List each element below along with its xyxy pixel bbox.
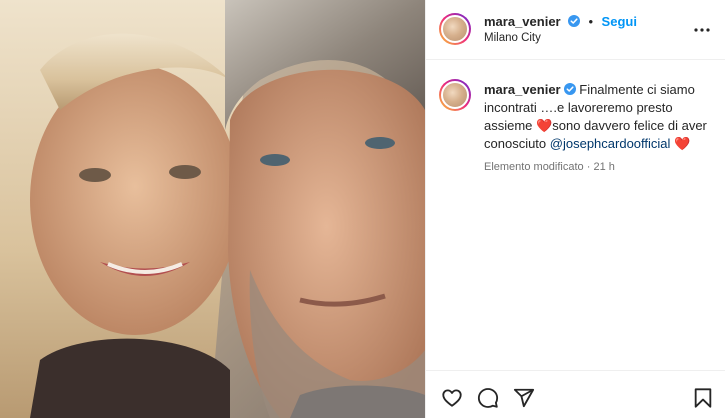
comment-bubble-icon bbox=[477, 388, 499, 408]
caption-avatar[interactable] bbox=[439, 79, 471, 111]
caption-username[interactable]: mara_venier bbox=[484, 82, 561, 97]
edited-label: Elemento modificato bbox=[484, 161, 584, 173]
post-photo-illustration bbox=[0, 0, 425, 418]
post-photo[interactable] bbox=[0, 0, 425, 418]
comment-button[interactable] bbox=[477, 387, 499, 409]
caption-heart-emoji: ❤️ bbox=[536, 118, 553, 133]
meta-separator: · bbox=[586, 161, 591, 173]
post-caption: mara_venier Finalmente ci siamo incontra… bbox=[484, 81, 716, 153]
post-time[interactable]: 21 h bbox=[593, 161, 614, 173]
bookmark-icon bbox=[694, 388, 712, 408]
paper-plane-icon bbox=[513, 388, 535, 408]
follow-button[interactable]: Segui bbox=[602, 14, 637, 29]
header-user-line: mara_venier • Segui bbox=[484, 13, 637, 31]
avatar[interactable] bbox=[439, 13, 471, 45]
header-username[interactable]: mara_venier bbox=[484, 14, 561, 29]
verified-badge-icon bbox=[568, 15, 581, 27]
caption-avatar-image bbox=[441, 81, 469, 109]
more-options-button[interactable] bbox=[692, 20, 712, 40]
caption-meta: Elemento modificato · 21 h bbox=[484, 161, 615, 173]
caption-heart-emoji-2: ❤️ bbox=[674, 136, 691, 151]
save-button[interactable] bbox=[692, 387, 714, 409]
post-header: mara_venier • Segui Milano City bbox=[426, 0, 725, 60]
avatar-image bbox=[441, 15, 469, 43]
header-separator: • bbox=[588, 14, 594, 29]
post-details-panel: mara_venier • Segui Milano City mara_ven… bbox=[425, 0, 725, 418]
like-button[interactable] bbox=[441, 387, 463, 409]
caption-mention-link[interactable]: @josephcardoofficial bbox=[550, 136, 671, 151]
heart-outline-icon bbox=[442, 389, 462, 407]
location-link[interactable]: Milano City bbox=[484, 32, 541, 44]
more-horizontal-icon bbox=[694, 28, 710, 32]
share-button[interactable] bbox=[513, 387, 535, 409]
post-actions-bar bbox=[426, 370, 725, 418]
caption-verified-badge-icon bbox=[563, 83, 576, 95]
